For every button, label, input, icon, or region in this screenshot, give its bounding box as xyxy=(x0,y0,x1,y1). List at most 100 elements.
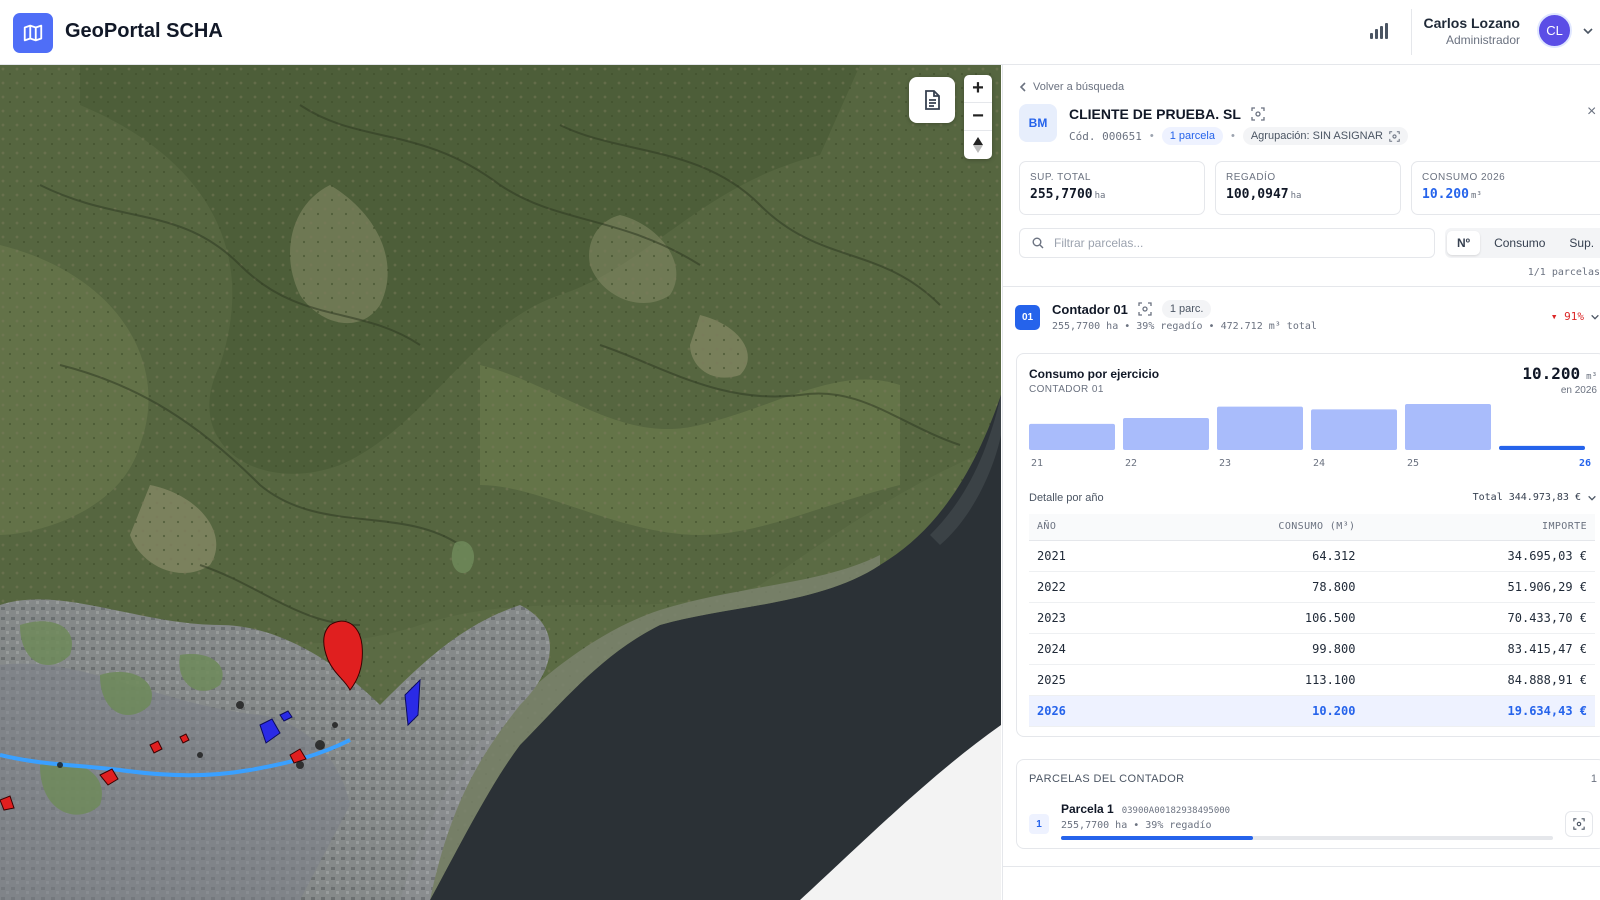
stat-label: SUP. TOTAL xyxy=(1030,172,1091,183)
table-row[interactable]: 2023 106.500 70.433,70 € xyxy=(1029,602,1595,634)
parcel-number-badge: 1 xyxy=(1029,814,1049,834)
consumption-bar-chart: 21 22 23 24 25 26 xyxy=(1029,404,1591,469)
focus-icon[interactable] xyxy=(1251,107,1265,121)
map-icon[interactable] xyxy=(13,13,53,53)
chevron-down-icon xyxy=(1591,314,1599,320)
bar-24[interactable] xyxy=(1311,409,1397,450)
stat-label: CONSUMO 2026 xyxy=(1422,172,1506,183)
chart-title: Consumo por ejercicio xyxy=(1029,367,1160,381)
stat-card-consumption: CONSUMO 2026 10.200 m³ xyxy=(1411,161,1600,215)
tick-label-26: 26 xyxy=(1579,458,1591,469)
irrigation-progress-fill xyxy=(1061,836,1253,840)
parcels-title: PARCELAS DEL CONTADOR xyxy=(1029,773,1185,785)
meter-meta: 255,7700 ha • 39% regadío • 472.712 m³ t… xyxy=(1052,321,1317,332)
close-button[interactable]: × xyxy=(1587,103,1596,121)
chart-total: 10.200 m³ xyxy=(1522,364,1597,383)
table-row[interactable]: 2021 64.312 34.695,03 € xyxy=(1029,540,1595,572)
map-view[interactable]: + − xyxy=(0,65,1001,900)
meter-parcels-card: PARCELAS DEL CONTADOR 1 1 Parcela 1 0390… xyxy=(1016,759,1600,849)
separator-dot: • xyxy=(1230,130,1235,142)
group-label: Agrupación: SIN ASIGNAR xyxy=(1250,130,1383,142)
parcel-meta: 255,7700 ha • 39% regadío xyxy=(1061,820,1212,831)
search-icon xyxy=(1032,237,1044,249)
tick-label-22: 22 xyxy=(1125,458,1137,469)
user-role: Administrador xyxy=(1445,33,1520,47)
chevron-left-icon xyxy=(1019,82,1026,92)
stat-value: 100,0947 ha xyxy=(1226,187,1302,202)
client-badge: BM xyxy=(1019,104,1057,142)
back-label: Volver a búsqueda xyxy=(1033,81,1125,93)
bar-22[interactable] xyxy=(1123,417,1209,450)
parcel-cadastral-ref: 03900A00182938495000 xyxy=(1121,806,1231,816)
section-divider xyxy=(1003,866,1600,867)
trend-value: ▾ 91% xyxy=(1550,310,1584,323)
separator-dot: • xyxy=(1149,130,1154,142)
sort-by-surface[interactable]: Sup. xyxy=(1559,231,1600,255)
table-row[interactable]: 2022 78.800 51.906,29 € xyxy=(1029,571,1595,603)
bar-23[interactable] xyxy=(1217,406,1303,450)
sort-by-number[interactable]: Nº xyxy=(1447,231,1481,255)
satellite-map xyxy=(0,65,1001,900)
zoom-in-button[interactable]: + xyxy=(964,75,992,103)
meter-name: Contador 01 xyxy=(1052,301,1128,317)
header-divider xyxy=(1411,9,1412,55)
section-divider xyxy=(1003,286,1600,287)
stat-value: 255,7700 ha xyxy=(1030,187,1106,202)
user-name: Carlos Lozano xyxy=(1423,15,1520,31)
bar-25[interactable] xyxy=(1405,404,1491,450)
meter-header[interactable]: Contador 01 1 parc. xyxy=(1052,300,1212,318)
table-row[interactable]: 2025 113.100 84.888,91 € xyxy=(1029,664,1595,696)
table-header-row: AÑO CONSUMO (M³) IMPORTE xyxy=(1029,514,1595,541)
back-link[interactable]: Volver a búsqueda xyxy=(1019,81,1124,93)
column-header: AÑO xyxy=(1029,514,1138,541)
focus-icon[interactable] xyxy=(1138,302,1152,316)
focus-icon xyxy=(1389,130,1400,142)
tick-label-25: 25 xyxy=(1407,458,1419,469)
parcel-name-row[interactable]: Parcela 1 03900A00182938495000 xyxy=(1061,802,1230,816)
irrigation-progress-bar xyxy=(1061,836,1553,840)
column-header: IMPORTE xyxy=(1363,514,1595,541)
detail-total-value: Total 344.973,83 € xyxy=(1472,492,1581,503)
zoom-control: + − xyxy=(964,75,992,159)
focus-icon[interactable] xyxy=(1565,811,1593,837)
consumption-card: Consumo por ejercicio CONTADOR 01 10.200… xyxy=(1016,353,1600,737)
meter-trend[interactable]: ▾ 91% xyxy=(1551,310,1600,323)
chevron-down-icon[interactable] xyxy=(1582,24,1594,36)
compass-icon[interactable] xyxy=(964,131,992,159)
stat-value: 10.200 m³ xyxy=(1422,187,1482,202)
tick-label-23: 23 xyxy=(1219,458,1231,469)
filter-field xyxy=(1019,228,1435,258)
meter-number-badge: 01 xyxy=(1015,305,1040,330)
bar-21[interactable] xyxy=(1029,423,1115,450)
app-title: GeoPortal SCHA xyxy=(65,20,223,42)
bar-chart-icon[interactable] xyxy=(1368,21,1388,41)
detail-total[interactable]: Total 344.973,83 € xyxy=(1473,492,1597,503)
chevron-down-icon xyxy=(1588,495,1596,501)
filter-input[interactable] xyxy=(1054,236,1414,250)
stat-card-surface: SUP. TOTAL 255,7700 ha xyxy=(1019,161,1205,215)
group-pill[interactable]: Agrupación: SIN ASIGNAR xyxy=(1242,127,1408,145)
top-bar: GeoPortal SCHA Carlos Lozano Administrad… xyxy=(0,0,1600,65)
client-code: Cód. 000651 xyxy=(1069,129,1142,143)
client-detail-panel: Volver a búsqueda × BM CLIENTE DE PRUEBA… xyxy=(1002,65,1600,900)
parcel-count-label: 1/1 parcelas xyxy=(1527,267,1600,278)
document-icon[interactable] xyxy=(909,77,955,123)
table-row[interactable]: 2024 99.800 83.415,47 € xyxy=(1029,633,1595,665)
parcels-count: 1 xyxy=(1590,773,1597,785)
sort-toggle-group: Nº Consumo Sup. xyxy=(1445,228,1600,258)
tick-label-21: 21 xyxy=(1031,458,1043,469)
detail-title: Detalle por año xyxy=(1029,492,1104,504)
zoom-out-button[interactable]: − xyxy=(964,103,992,131)
client-meta: Cód. 000651 • 1 parcela • Agrupación: SI… xyxy=(1069,127,1408,145)
avatar[interactable]: CL xyxy=(1537,13,1572,48)
bar-26[interactable] xyxy=(1499,445,1585,450)
client-name: CLIENTE DE PRUEBA. SL xyxy=(1069,106,1241,122)
stat-card-irrigated: REGADÍO 100,0947 ha xyxy=(1215,161,1401,215)
parcels-pill[interactable]: 1 parcela xyxy=(1161,127,1223,145)
sort-by-consumption[interactable]: Consumo xyxy=(1484,231,1555,255)
column-header: CONSUMO (M³) xyxy=(1137,514,1364,541)
meter-parcels-pill: 1 parc. xyxy=(1161,300,1212,318)
table-row-current[interactable]: 2026 10.200 19.634,43 € xyxy=(1029,695,1595,727)
tick-label-24: 24 xyxy=(1313,458,1325,469)
client-name-row: CLIENTE DE PRUEBA. SL xyxy=(1069,106,1265,122)
